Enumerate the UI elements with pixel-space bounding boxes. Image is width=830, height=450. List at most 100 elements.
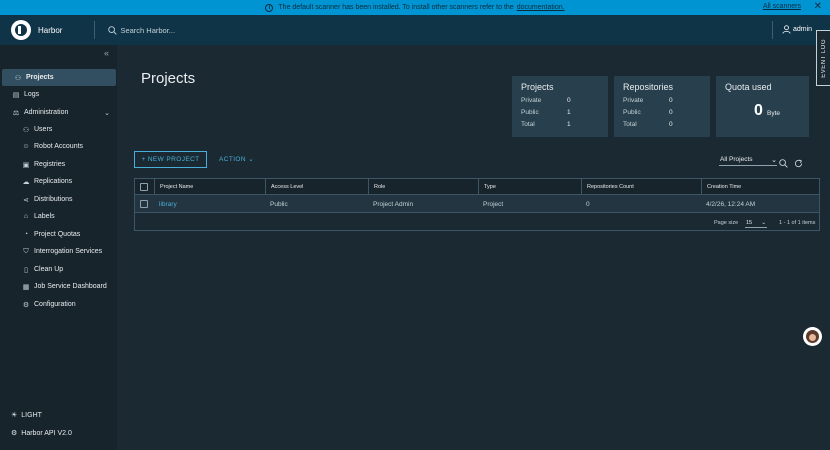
sidebar-item-configuration[interactable]: ⚙ Configuration [0,296,117,313]
user-menu[interactable]: admin [782,25,812,34]
items-count: 1 - 1 of 1 items [779,220,816,226]
sidebar-item-label: Users [34,126,53,133]
chevron-down-icon: ⌄ [248,156,255,163]
sidebar-item-project-quotas[interactable]: ◔ Project Quotas [0,226,117,243]
gear-icon: ⚙ [22,301,30,309]
robot-icon: ☺ [22,143,30,150]
projects-table: Project Name Access Level Role Type Repo… [134,178,820,231]
action-dropdown[interactable]: ACTION ⌄ [219,155,254,163]
page-size-value: 15 [746,219,753,226]
table-header: Project Name Access Level Role Type Repo… [135,179,819,195]
row-checkbox[interactable] [140,200,148,208]
project-name-link[interactable]: library [154,195,177,213]
select-all-cell [135,179,154,195]
sidebar-item-robot-accounts[interactable]: ☺ Robot Accounts [0,138,117,155]
sidebar-item-registries[interactable]: ▣ Registries [0,156,117,173]
projects-summary-card: Projects Private 0 Public 1 Total 1 [512,76,608,137]
row-select-cell [135,195,154,213]
card-row: Total 1 [521,121,571,128]
header-divider [94,21,96,39]
repositories-count-cell: 0 [586,200,590,208]
search-icon [108,25,118,35]
card-row: Public 1 [521,109,571,116]
column-header-type[interactable]: Type [478,179,581,195]
collapse-sidebar-icon[interactable]: « [104,48,109,58]
new-project-button[interactable]: + NEW PROJECT [134,151,207,168]
page-size-select[interactable]: 15 ⌄ [745,218,767,228]
banner-message: The default scanner has been installed. … [278,4,514,11]
sidebar-item-users[interactable]: ⚇ Users [0,121,117,138]
sidebar-item-projects[interactable]: ⚇ Projects [2,69,116,86]
event-log-tab[interactable]: EVENT LOG [816,30,830,86]
access-level-cell: Public [270,200,288,208]
brand-name[interactable]: Harbor [38,26,62,35]
labels-icon: ⌂ [23,213,29,220]
card-title: Repositories [623,82,674,92]
page-size-label: Page size [714,220,739,226]
sidebar-item-label: Labels [34,213,55,220]
sidebar: « ⚇ Projects ▤ Logs ⚖ Administration ⌄ ⚇… [0,45,117,450]
sidebar-item-label: Distributions [34,196,73,203]
sidebar-item-labels[interactable]: ⌂ Labels [0,208,117,225]
sidebar-item-label: Robot Accounts [34,143,84,150]
card-row: Private 0 [521,97,571,104]
column-header-access-level[interactable]: Access Level [265,179,369,195]
api-link[interactable]: ⚙ Harbor API V2.0 [0,426,117,440]
chevron-down-icon: ⌄ [771,156,777,164]
user-icon [782,25,791,34]
chevron-down-icon: ⌄ [104,109,110,117]
quotas-icon: ◔ [23,231,29,238]
quota-unit: Byte [767,110,781,117]
sidebar-item-label: Projects [26,74,54,81]
administration-icon: ⚖ [12,109,20,117]
sidebar-item-label: Job Service Dashboard [34,283,107,290]
logs-icon: ▤ [12,91,20,99]
filter-value: All Projects [720,156,753,163]
creation-time-cell: 4/2/26, 12:24 AM [706,200,756,208]
sidebar-item-label: Clean Up [34,266,64,273]
page-title: Projects [141,70,196,87]
role-cell: Project Admin [373,200,414,208]
sidebar-item-interrogation-services[interactable]: ⛉ Interrogation Services [0,243,117,260]
trash-icon: ▯ [24,266,28,274]
all-scanners-link[interactable]: All scanners [763,3,801,10]
sidebar-item-distributions[interactable]: ⋖ Distributions [0,191,117,208]
theme-label: LIGHT [21,411,42,419]
quota-card: Quota used 0 Byte [716,76,809,137]
table-footer: Page size 15 ⌄ 1 - 1 of 1 items [135,214,819,231]
shield-icon: ⛉ [23,247,29,255]
sidebar-item-label: Replications [34,178,73,185]
assistant-avatar[interactable] [803,327,822,346]
info-icon: i [265,3,274,12]
sidebar-item-replications[interactable]: ☁ Replications [0,173,117,190]
sidebar-item-label: Configuration [34,301,76,308]
sidebar-item-logs[interactable]: ▤ Logs [0,86,117,103]
column-header-creation-time[interactable]: Creation Time [701,179,819,195]
api-icon: ⚙ [11,430,18,437]
card-row: Total 0 [623,121,673,128]
sidebar-item-clean-up[interactable]: ▯ Clean Up [0,261,117,278]
project-filter-select[interactable]: All Projects ⌄ [719,154,777,166]
projects-icon: ⚇ [14,74,22,82]
sun-icon: ☀ [11,412,18,419]
global-search [108,25,241,35]
username: admin [793,26,813,33]
search-icon[interactable] [779,155,788,173]
sidebar-item-job-service-dashboard[interactable]: ▦ Job Service Dashboard [0,278,117,295]
theme-toggle[interactable]: ☀ LIGHT [0,408,117,422]
sidebar-item-administration[interactable]: ⚖ Administration ⌄ [0,104,117,121]
search-input[interactable] [120,25,241,35]
dashboard-icon: ▦ [22,283,30,291]
column-header-repositories-count[interactable]: Repositories Count [581,179,701,195]
sidebar-item-label: Project Quotas [34,231,81,238]
column-header-role[interactable]: Role [368,179,478,195]
close-icon[interactable]: ✕ [814,1,822,12]
documentation-link[interactable]: documentation. [517,4,565,11]
replications-icon: ☁ [22,178,30,186]
table-row[interactable]: library Public Project Admin Project 0 4… [135,195,819,213]
harbor-logo[interactable] [11,20,31,40]
refresh-icon[interactable] [794,155,803,173]
select-all-checkbox[interactable] [140,183,148,191]
info-banner: i The default scanner has been installed… [0,0,830,15]
column-header-project-name[interactable]: Project Name [154,179,266,195]
